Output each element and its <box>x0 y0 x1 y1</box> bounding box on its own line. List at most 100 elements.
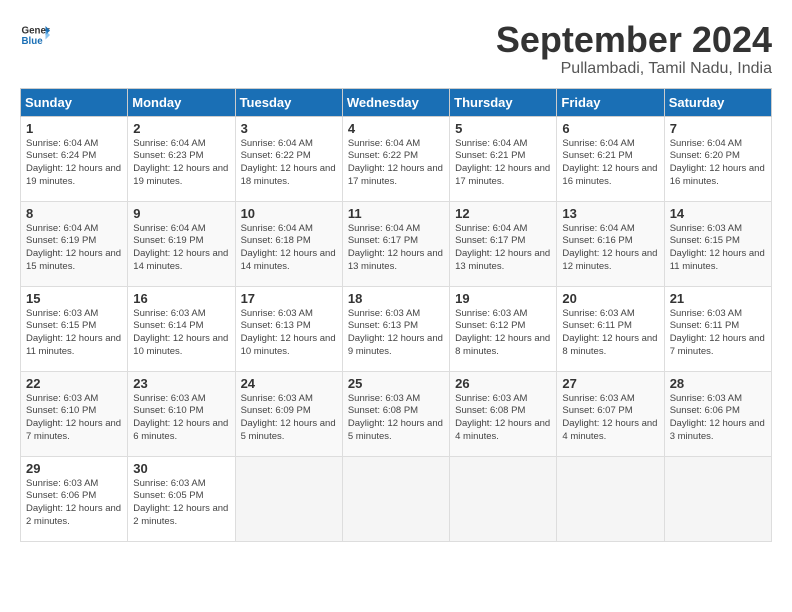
day-number: 12 <box>455 206 551 221</box>
calendar-cell <box>342 456 449 541</box>
calendar-cell: 17 Sunrise: 6:03 AMSunset: 6:13 PMDaylig… <box>235 286 342 371</box>
calendar-cell: 8 Sunrise: 6:04 AMSunset: 6:19 PMDayligh… <box>21 201 128 286</box>
logo-icon: General Blue <box>20 20 50 50</box>
cell-info: Sunrise: 6:03 AMSunset: 6:11 PMDaylight:… <box>562 308 657 357</box>
calendar-cell: 6 Sunrise: 6:04 AMSunset: 6:21 PMDayligh… <box>557 116 664 201</box>
day-number: 1 <box>26 121 122 136</box>
calendar-cell <box>450 456 557 541</box>
calendar-cell: 14 Sunrise: 6:03 AMSunset: 6:15 PMDaylig… <box>664 201 771 286</box>
cell-info: Sunrise: 6:03 AMSunset: 6:08 PMDaylight:… <box>348 393 443 442</box>
day-number: 30 <box>133 461 229 476</box>
col-header-sunday: Sunday <box>21 88 128 116</box>
calendar-cell: 13 Sunrise: 6:04 AMSunset: 6:16 PMDaylig… <box>557 201 664 286</box>
day-number: 25 <box>348 376 444 391</box>
calendar-cell: 4 Sunrise: 6:04 AMSunset: 6:22 PMDayligh… <box>342 116 449 201</box>
location-subtitle: Pullambadi, Tamil Nadu, India <box>496 60 772 78</box>
calendar-cell: 27 Sunrise: 6:03 AMSunset: 6:07 PMDaylig… <box>557 371 664 456</box>
calendar-cell: 22 Sunrise: 6:03 AMSunset: 6:10 PMDaylig… <box>21 371 128 456</box>
cell-info: Sunrise: 6:03 AMSunset: 6:12 PMDaylight:… <box>455 308 550 357</box>
day-number: 10 <box>241 206 337 221</box>
calendar-cell: 3 Sunrise: 6:04 AMSunset: 6:22 PMDayligh… <box>235 116 342 201</box>
calendar-cell: 24 Sunrise: 6:03 AMSunset: 6:09 PMDaylig… <box>235 371 342 456</box>
cell-info: Sunrise: 6:03 AMSunset: 6:10 PMDaylight:… <box>26 393 121 442</box>
calendar-cell: 19 Sunrise: 6:03 AMSunset: 6:12 PMDaylig… <box>450 286 557 371</box>
cell-info: Sunrise: 6:03 AMSunset: 6:08 PMDaylight:… <box>455 393 550 442</box>
cell-info: Sunrise: 6:04 AMSunset: 6:17 PMDaylight:… <box>348 223 443 272</box>
calendar-cell: 23 Sunrise: 6:03 AMSunset: 6:10 PMDaylig… <box>128 371 235 456</box>
week-row-4: 22 Sunrise: 6:03 AMSunset: 6:10 PMDaylig… <box>21 371 772 456</box>
cell-info: Sunrise: 6:03 AMSunset: 6:13 PMDaylight:… <box>348 308 443 357</box>
day-number: 20 <box>562 291 658 306</box>
calendar-cell: 7 Sunrise: 6:04 AMSunset: 6:20 PMDayligh… <box>664 116 771 201</box>
header: General Blue September 2024 Pullambadi, … <box>20 20 772 78</box>
calendar-cell: 9 Sunrise: 6:04 AMSunset: 6:19 PMDayligh… <box>128 201 235 286</box>
calendar-cell: 11 Sunrise: 6:04 AMSunset: 6:17 PMDaylig… <box>342 201 449 286</box>
day-number: 2 <box>133 121 229 136</box>
col-header-tuesday: Tuesday <box>235 88 342 116</box>
header-row: SundayMondayTuesdayWednesdayThursdayFrid… <box>21 88 772 116</box>
cell-info: Sunrise: 6:04 AMSunset: 6:19 PMDaylight:… <box>26 223 121 272</box>
calendar-cell: 2 Sunrise: 6:04 AMSunset: 6:23 PMDayligh… <box>128 116 235 201</box>
title-section: September 2024 Pullambadi, Tamil Nadu, I… <box>496 20 772 78</box>
cell-info: Sunrise: 6:04 AMSunset: 6:18 PMDaylight:… <box>241 223 336 272</box>
calendar-cell: 16 Sunrise: 6:03 AMSunset: 6:14 PMDaylig… <box>128 286 235 371</box>
cell-info: Sunrise: 6:03 AMSunset: 6:15 PMDaylight:… <box>26 308 121 357</box>
cell-info: Sunrise: 6:04 AMSunset: 6:20 PMDaylight:… <box>670 138 765 187</box>
svg-text:Blue: Blue <box>22 36 44 47</box>
day-number: 6 <box>562 121 658 136</box>
calendar-cell: 25 Sunrise: 6:03 AMSunset: 6:08 PMDaylig… <box>342 371 449 456</box>
calendar-cell: 21 Sunrise: 6:03 AMSunset: 6:11 PMDaylig… <box>664 286 771 371</box>
cell-info: Sunrise: 6:03 AMSunset: 6:15 PMDaylight:… <box>670 223 765 272</box>
col-header-friday: Friday <box>557 88 664 116</box>
cell-info: Sunrise: 6:03 AMSunset: 6:06 PMDaylight:… <box>26 478 121 527</box>
calendar-cell <box>235 456 342 541</box>
cell-info: Sunrise: 6:03 AMSunset: 6:14 PMDaylight:… <box>133 308 228 357</box>
day-number: 22 <box>26 376 122 391</box>
day-number: 24 <box>241 376 337 391</box>
day-number: 18 <box>348 291 444 306</box>
day-number: 16 <box>133 291 229 306</box>
cell-info: Sunrise: 6:03 AMSunset: 6:07 PMDaylight:… <box>562 393 657 442</box>
calendar-cell: 12 Sunrise: 6:04 AMSunset: 6:17 PMDaylig… <box>450 201 557 286</box>
calendar-cell: 30 Sunrise: 6:03 AMSunset: 6:05 PMDaylig… <box>128 456 235 541</box>
day-number: 11 <box>348 206 444 221</box>
col-header-thursday: Thursday <box>450 88 557 116</box>
day-number: 17 <box>241 291 337 306</box>
day-number: 8 <box>26 206 122 221</box>
week-row-2: 8 Sunrise: 6:04 AMSunset: 6:19 PMDayligh… <box>21 201 772 286</box>
calendar-cell: 29 Sunrise: 6:03 AMSunset: 6:06 PMDaylig… <box>21 456 128 541</box>
day-number: 15 <box>26 291 122 306</box>
day-number: 9 <box>133 206 229 221</box>
day-number: 27 <box>562 376 658 391</box>
week-row-3: 15 Sunrise: 6:03 AMSunset: 6:15 PMDaylig… <box>21 286 772 371</box>
cell-info: Sunrise: 6:03 AMSunset: 6:05 PMDaylight:… <box>133 478 228 527</box>
day-number: 3 <box>241 121 337 136</box>
cell-info: Sunrise: 6:04 AMSunset: 6:17 PMDaylight:… <box>455 223 550 272</box>
calendar-cell: 1 Sunrise: 6:04 AMSunset: 6:24 PMDayligh… <box>21 116 128 201</box>
cell-info: Sunrise: 6:04 AMSunset: 6:22 PMDaylight:… <box>348 138 443 187</box>
col-header-monday: Monday <box>128 88 235 116</box>
day-number: 26 <box>455 376 551 391</box>
week-row-5: 29 Sunrise: 6:03 AMSunset: 6:06 PMDaylig… <box>21 456 772 541</box>
calendar-cell: 18 Sunrise: 6:03 AMSunset: 6:13 PMDaylig… <box>342 286 449 371</box>
day-number: 23 <box>133 376 229 391</box>
day-number: 14 <box>670 206 766 221</box>
calendar-cell: 28 Sunrise: 6:03 AMSunset: 6:06 PMDaylig… <box>664 371 771 456</box>
day-number: 7 <box>670 121 766 136</box>
month-title: September 2024 <box>496 20 772 60</box>
col-header-saturday: Saturday <box>664 88 771 116</box>
col-header-wednesday: Wednesday <box>342 88 449 116</box>
calendar-cell: 15 Sunrise: 6:03 AMSunset: 6:15 PMDaylig… <box>21 286 128 371</box>
day-number: 28 <box>670 376 766 391</box>
day-number: 29 <box>26 461 122 476</box>
week-row-1: 1 Sunrise: 6:04 AMSunset: 6:24 PMDayligh… <box>21 116 772 201</box>
calendar-cell: 26 Sunrise: 6:03 AMSunset: 6:08 PMDaylig… <box>450 371 557 456</box>
cell-info: Sunrise: 6:03 AMSunset: 6:13 PMDaylight:… <box>241 308 336 357</box>
day-number: 19 <box>455 291 551 306</box>
calendar-cell <box>557 456 664 541</box>
calendar-cell <box>664 456 771 541</box>
day-number: 21 <box>670 291 766 306</box>
cell-info: Sunrise: 6:04 AMSunset: 6:19 PMDaylight:… <box>133 223 228 272</box>
cell-info: Sunrise: 6:03 AMSunset: 6:09 PMDaylight:… <box>241 393 336 442</box>
day-number: 13 <box>562 206 658 221</box>
